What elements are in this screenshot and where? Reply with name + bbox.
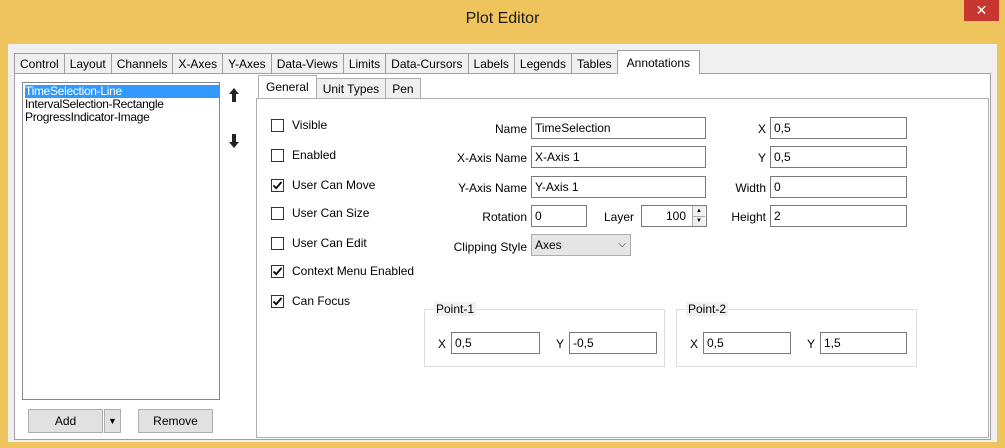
checkbox-box [271, 294, 284, 308]
y-axis-name-label: Y-Axis Name [458, 181, 527, 195]
tab-data-views[interactable]: Data-Views [270, 53, 344, 74]
y-label: Y [757, 151, 766, 165]
clipping-style-value: Axes [535, 238, 562, 252]
tab-unit-types[interactable]: Unit Types [315, 78, 387, 98]
user-can-edit-checkbox[interactable]: User Can Edit [271, 236, 367, 250]
y-field[interactable]: 0,5 [770, 146, 907, 168]
plot-editor-window: Plot Editor ✕ Control Layout Channels X-… [0, 0, 1005, 448]
point-2-x-field[interactable]: 0,5 [703, 332, 791, 354]
tab-y-axes[interactable]: Y-Axes [222, 53, 272, 74]
spin-down-icon[interactable]: ▼ [693, 216, 705, 226]
rotation-field[interactable]: 0 [531, 205, 587, 227]
height-field[interactable]: 2 [770, 205, 907, 227]
can-focus-checkbox[interactable]: Can Focus [271, 294, 350, 308]
tab-control[interactable]: Control [14, 53, 65, 74]
x-field[interactable]: 0,5 [770, 117, 907, 139]
move-up-button[interactable] [222, 82, 246, 108]
checkbox-box [271, 148, 284, 162]
tab-tables[interactable]: Tables [570, 53, 618, 74]
spin-up-icon[interactable]: ▲ [693, 206, 705, 217]
tab-labels[interactable]: Labels [467, 53, 515, 74]
y-axis-name-field[interactable]: Y-Axis 1 [531, 176, 706, 198]
point-1-y-label: Y [556, 337, 565, 351]
checkmark-icon [272, 266, 283, 276]
tab-pen[interactable]: Pen [385, 78, 421, 98]
checkbox-box [271, 236, 284, 250]
height-label: Height [731, 210, 766, 224]
point-1-x-field[interactable]: 0,5 [451, 332, 540, 354]
checkbox-label: User Can Size [292, 206, 370, 220]
x-axis-name-field[interactable]: X-Axis 1 [531, 146, 706, 168]
window-title: Plot Editor [465, 10, 540, 27]
checkmark-icon [272, 180, 283, 190]
checkbox-box [271, 264, 284, 278]
point-2-y-label: Y [807, 337, 816, 351]
checkbox-label: User Can Move [292, 178, 376, 192]
tab-layout[interactable]: Layout [63, 53, 112, 74]
checkbox-label: Can Focus [292, 294, 351, 308]
point-2-x-label: X [690, 337, 699, 351]
tab-limits[interactable]: Limits [342, 53, 387, 74]
tab-general[interactable]: General [258, 75, 317, 98]
remove-button[interactable]: Remove [138, 409, 213, 433]
list-item[interactable]: ProgressIndicator-Image [23, 111, 219, 124]
name-field[interactable]: TimeSelection [531, 117, 706, 139]
checkbox-box [271, 178, 284, 192]
clipping-style-select[interactable]: Axes ⌵ [531, 234, 631, 256]
add-dropdown-button[interactable]: ▼ [104, 409, 121, 433]
checkbox-label: Context Menu Enabled [292, 264, 415, 278]
tab-channels[interactable]: Channels [110, 53, 174, 74]
point-2-title: Point-2 [686, 302, 729, 316]
tab-data-cursors[interactable]: Data-Cursors [385, 53, 469, 74]
user-can-move-checkbox[interactable]: User Can Move [271, 178, 375, 192]
x-label: X [757, 122, 766, 136]
inner-tabs: General Unit Types Pen [258, 75, 421, 98]
arrow-down-icon [229, 134, 239, 148]
checkbox-label: Visible [292, 118, 328, 132]
checkbox-label: User Can Edit [292, 236, 367, 250]
checkmark-icon [272, 296, 283, 306]
point-1-title: Point-1 [434, 302, 477, 316]
title-bar[interactable]: Plot Editor ✕ [0, 0, 1005, 44]
main-tabs: Control Layout Channels X-Axes Y-Axes Da… [14, 50, 701, 74]
layer-label: Layer [603, 210, 634, 224]
arrow-up-icon [229, 88, 239, 102]
point-2-y-field[interactable]: 1,5 [820, 332, 907, 354]
checkbox-label: Enabled [292, 148, 337, 162]
point-1-x-label: X [438, 337, 447, 351]
name-label: Name [494, 122, 527, 136]
tab-annotations[interactable]: Annotations [616, 50, 701, 74]
tab-x-axes[interactable]: X-Axes [172, 53, 224, 74]
width-field[interactable]: 0 [770, 176, 907, 198]
close-button[interactable]: ✕ [964, 0, 999, 21]
visible-checkbox[interactable]: Visible [271, 118, 327, 132]
annotations-listbox[interactable]: TimeSelection-Line IntervalSelection-Rec… [22, 82, 220, 400]
point-1-y-field[interactable]: -0,5 [569, 332, 657, 354]
width-label: Width [735, 181, 766, 195]
checkbox-box [271, 118, 284, 132]
chevron-down-icon: ⌵ [618, 239, 626, 250]
clipping-style-label: Clipping Style [453, 240, 527, 254]
layer-spinner[interactable]: ▲ ▼ [692, 206, 705, 226]
x-axis-name-label: X-Axis Name [456, 151, 527, 165]
checkbox-box [271, 206, 284, 220]
enabled-checkbox[interactable]: Enabled [271, 148, 336, 162]
move-down-button[interactable] [222, 128, 246, 154]
context-menu-enabled-checkbox[interactable]: Context Menu Enabled [271, 264, 414, 278]
user-can-size-checkbox[interactable]: User Can Size [271, 206, 369, 220]
rotation-label: Rotation [482, 210, 527, 224]
add-button[interactable]: Add [28, 409, 103, 433]
tab-legends[interactable]: Legends [513, 53, 572, 74]
